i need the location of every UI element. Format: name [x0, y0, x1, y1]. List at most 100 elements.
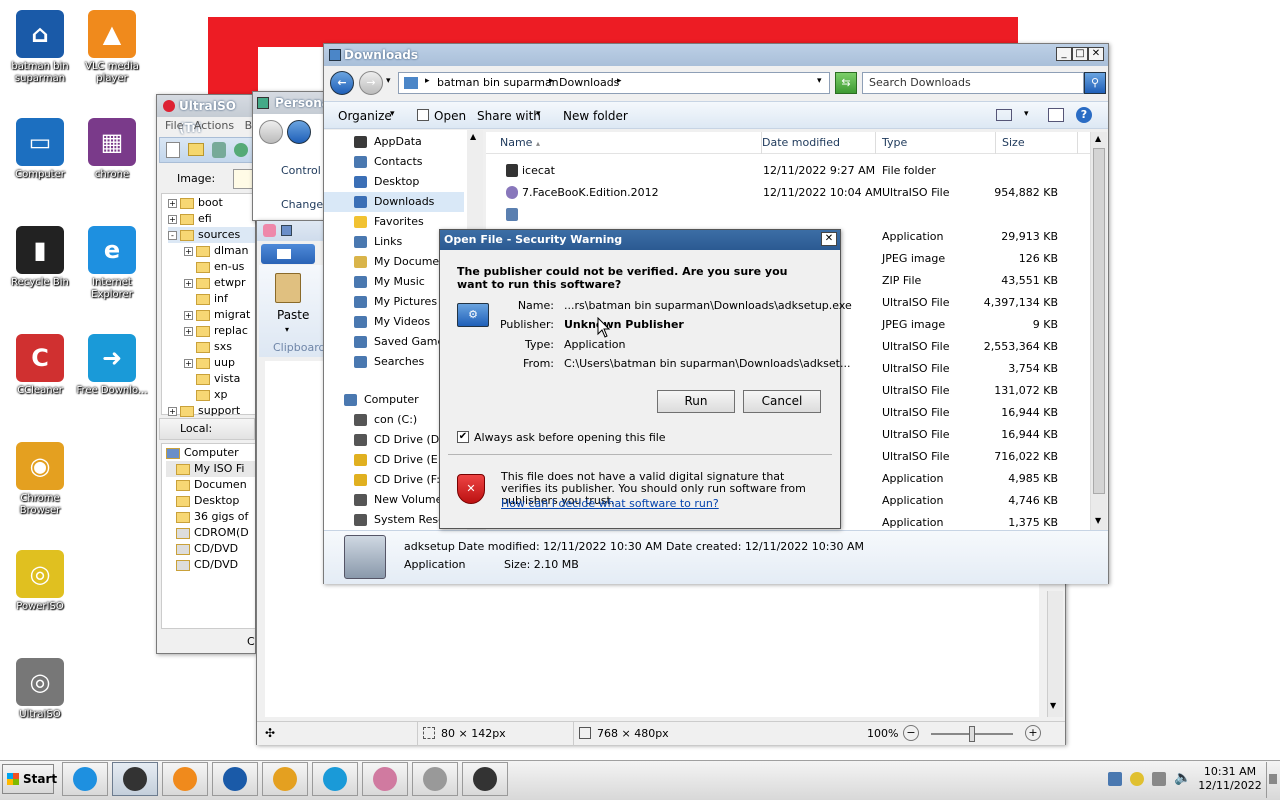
- new-icon[interactable]: [166, 142, 180, 158]
- nav-item-downloads[interactable]: Downloads: [324, 192, 464, 212]
- column-size[interactable]: Size: [996, 132, 1078, 154]
- nav-item-desktop[interactable]: Desktop: [324, 172, 464, 192]
- clock[interactable]: 10:31 AM 12/11/2022: [1198, 765, 1262, 793]
- column-name[interactable]: Name ▴: [494, 132, 762, 154]
- personalization-window[interactable]: Personal Control P Change: [252, 91, 332, 221]
- back-button[interactable]: ←: [330, 71, 354, 95]
- scroll-down-arrow[interactable]: ▼: [1050, 701, 1056, 710]
- iso-tree-item[interactable]: inf: [168, 291, 255, 307]
- expand-toggle[interactable]: -: [168, 230, 177, 240]
- iso-tree-item[interactable]: en-us: [168, 259, 255, 275]
- iso-tree-item[interactable]: + replac: [168, 323, 255, 339]
- desktop-icon-ultraiso[interactable]: ◎ UltraISO: [0, 658, 80, 721]
- open-icon[interactable]: [188, 143, 204, 156]
- expand-toggle[interactable]: +: [184, 358, 193, 368]
- help-icon[interactable]: ?: [1076, 107, 1092, 123]
- action-center-icon[interactable]: [1152, 772, 1166, 786]
- menu-file[interactable]: File: [165, 119, 183, 132]
- iso-folder-tree[interactable]: + boot + efi - sources + dlman en-us + etwpr inf + mi…: [161, 193, 255, 417]
- dialog-titlebar[interactable]: Open File - Security Warning: [440, 230, 840, 250]
- iso-tree-item[interactable]: vista: [168, 371, 255, 387]
- taskbar-button[interactable]: [362, 762, 408, 796]
- explorer-titlebar[interactable]: Downloads: [324, 44, 1108, 66]
- desktop-icon-recycle-bin[interactable]: ▮ Recycle Bin: [0, 226, 80, 289]
- burn-icon[interactable]: [234, 143, 248, 157]
- taskbar-button[interactable]: [312, 762, 358, 796]
- expand-toggle[interactable]: +: [184, 326, 193, 336]
- iso-tree-item[interactable]: - sources: [168, 227, 255, 243]
- taskbar-button[interactable]: [412, 762, 458, 796]
- zoom-slider-thumb[interactable]: [969, 726, 975, 742]
- local-tree-item[interactable]: Documen: [166, 477, 255, 493]
- taskbar-button[interactable]: [62, 762, 108, 796]
- local-tree-item[interactable]: CD/DVD: [166, 541, 255, 557]
- volume-icon[interactable]: 🔈: [1174, 770, 1191, 786]
- nav-item-appdata[interactable]: AppData: [324, 132, 464, 152]
- iso-tree-item[interactable]: + migrat: [168, 307, 255, 323]
- taskbar-button[interactable]: [262, 762, 308, 796]
- open-button[interactable]: Open: [434, 109, 466, 123]
- forward-button[interactable]: [287, 120, 311, 144]
- local-tree-item[interactable]: Desktop: [166, 493, 255, 509]
- desktop-icon-computer[interactable]: ▭ Computer: [0, 118, 80, 181]
- local-tree-item[interactable]: CDROM(D: [166, 525, 255, 541]
- cd-tray-icon[interactable]: [1130, 772, 1144, 786]
- local-tree-item[interactable]: 36 gigs of: [166, 509, 255, 525]
- iso-tree-item[interactable]: + etwpr: [168, 275, 255, 291]
- run-button[interactable]: Run: [657, 390, 735, 413]
- ultraiso-window[interactable]: UltraISO (Tri File Actions Bo Image: +bo…: [156, 94, 256, 654]
- iso-tree-item[interactable]: + boot: [168, 195, 255, 211]
- menu-actions[interactable]: Actions: [194, 119, 234, 132]
- taskbar-button[interactable]: [112, 762, 158, 796]
- security-warning-dialog[interactable]: Open File - Security Warning ✕ The publi…: [439, 229, 852, 529]
- file-row[interactable]: 7.FaceBooK.Edition.2012 12/11/2022 10:04 …: [486, 182, 1086, 204]
- refresh-button[interactable]: ⇆: [835, 72, 857, 94]
- local-tree-item[interactable]: Computer: [166, 445, 255, 461]
- breadcrumb-downloads[interactable]: Downloads: [559, 76, 619, 89]
- cancel-button[interactable]: Cancel: [743, 390, 821, 413]
- organize-button[interactable]: Organize: [338, 109, 392, 123]
- search-input[interactable]: Search Downloads: [862, 72, 1084, 94]
- expand-toggle[interactable]: +: [184, 310, 193, 320]
- breadcrumb-user[interactable]: batman bin suparman: [437, 76, 559, 89]
- iso-tree-item[interactable]: sxs: [168, 339, 255, 355]
- paint-menu-button[interactable]: [261, 244, 315, 264]
- help-decide-link[interactable]: How can I decide what software to run?: [501, 497, 719, 510]
- forward-button[interactable]: →: [359, 71, 383, 95]
- iso-tree-item[interactable]: xp: [168, 387, 255, 403]
- expand-toggle[interactable]: +: [184, 246, 193, 256]
- taskbar-button[interactable]: [212, 762, 258, 796]
- save-icon[interactable]: [212, 142, 226, 158]
- address-bar[interactable]: ▸ batman bin suparman ▸ Downloads ▸ ▾: [398, 72, 830, 94]
- desktop-icon-winrar[interactable]: ▦ chrone: [72, 118, 152, 181]
- iso-tree-item[interactable]: + uup: [168, 355, 255, 371]
- expand-toggle[interactable]: +: [168, 214, 177, 224]
- preview-pane-icon[interactable]: [1048, 108, 1064, 122]
- recent-pages-icon[interactable]: ▾: [386, 76, 391, 86]
- local-folder-tree[interactable]: Computer My ISO Fi Documen Desktop 36 gigs o…: [161, 443, 255, 629]
- network-icon[interactable]: [1108, 772, 1122, 786]
- zoom-out-button[interactable]: −: [903, 725, 919, 741]
- taskbar-button[interactable]: [162, 762, 208, 796]
- dialog-close-button[interactable]: ✕: [821, 232, 837, 246]
- expand-toggle[interactable]: +: [168, 198, 177, 208]
- file-list-scrollbar[interactable]: ▲ ▼: [1090, 132, 1107, 530]
- desktop-icon-free-download-manager[interactable]: ➜ Free Downlo...: [72, 334, 152, 397]
- maximize-button[interactable]: □: [1072, 47, 1088, 61]
- local-tree-item[interactable]: My ISO Fi: [166, 461, 255, 477]
- minimize-button[interactable]: _: [1056, 47, 1072, 61]
- paste-icon[interactable]: [275, 273, 301, 303]
- column-date-modified[interactable]: Date modified: [756, 132, 876, 154]
- local-tree-item[interactable]: CD/DVD: [166, 557, 255, 573]
- always-ask-checkbox[interactable]: ✔: [457, 431, 469, 443]
- taskbar-button[interactable]: [462, 762, 508, 796]
- desktop-icon-poweriso[interactable]: ◎ PowerISO: [0, 550, 80, 613]
- new-folder-button[interactable]: New folder: [563, 109, 628, 123]
- change-link[interactable]: Change: [281, 198, 323, 211]
- desktop-icon-ccleaner[interactable]: C CCleaner: [0, 334, 80, 397]
- desktop-icon-chrome[interactable]: ◉ Chrome Browser: [0, 442, 80, 517]
- paste-button[interactable]: Paste: [277, 308, 309, 322]
- back-button[interactable]: [259, 120, 283, 144]
- scrollbar-thumb[interactable]: [1093, 148, 1105, 494]
- start-button[interactable]: Start: [2, 764, 57, 794]
